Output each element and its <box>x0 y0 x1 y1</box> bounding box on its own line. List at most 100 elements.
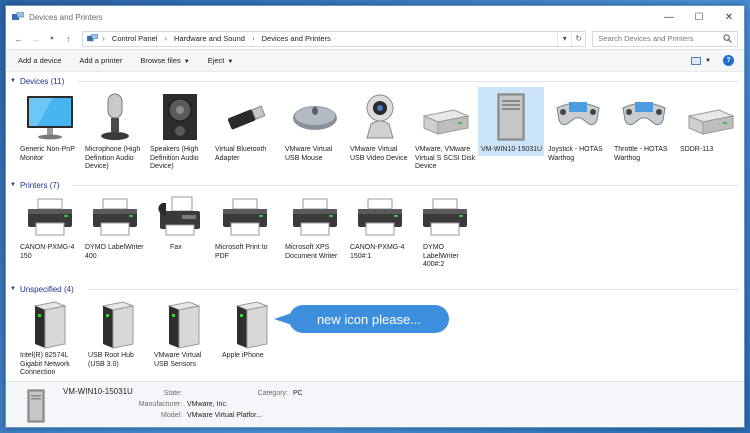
chevron-down-icon: ▼ <box>183 59 190 65</box>
printer-label: CANON-PXMG-4 150 <box>20 244 75 260</box>
computer-tower-icon <box>479 88 543 146</box>
device-label: VMware Virtual USB Mouse <box>285 146 333 162</box>
printer-item[interactable]: Fax <box>148 192 212 253</box>
group-title-devices: Devices (11) <box>19 76 65 86</box>
printer-item[interactable]: CANON-PXMG-4 150 <box>18 192 82 261</box>
change-view-icon[interactable] <box>691 56 702 65</box>
device-list: ▼ Devices (11) Generic Non-PnP Monitor M… <box>6 72 744 381</box>
printer-item[interactable]: Microsoft Print to PDF <box>213 192 277 261</box>
annotation-callout: new icon please... <box>289 305 449 333</box>
printer-item[interactable]: Microsoft XPS Document Writer <box>283 192 347 261</box>
chevron-down-icon: ▼ <box>227 59 234 65</box>
monitor-icon <box>18 88 82 146</box>
browse-files-button[interactable]: Browse files ▼ <box>140 56 189 65</box>
unspecified-label: Intel(R) 82574L Gigabit Network Connecti… <box>20 352 70 376</box>
device-item-selected[interactable]: VM-WIN10-15031U <box>478 87 544 156</box>
group-header-devices[interactable]: ▼ Devices (11) <box>10 75 64 87</box>
fax-icon <box>148 192 212 244</box>
close-button[interactable]: ✕ <box>714 6 744 28</box>
printer-icon <box>283 192 347 244</box>
divider-line <box>78 80 738 82</box>
group-header-printers[interactable]: ▼ Printers (7) <box>10 179 60 191</box>
device-label: VMware, VMware Virtual S SCSI Disk Devic… <box>415 146 476 170</box>
address-dropdown-icon[interactable]: ▾ <box>557 31 571 46</box>
up-arrow-icon[interactable]: ↑ <box>62 32 76 46</box>
printer-item[interactable]: CANON-PXMG-4 150#:1 <box>348 192 412 261</box>
collapse-chevron-icon[interactable]: ▼ <box>10 182 16 188</box>
printer-label: Fax <box>170 244 182 251</box>
control-panel-icon <box>87 34 99 42</box>
collapse-chevron-icon[interactable]: ▼ <box>10 286 16 292</box>
details-state-label: State: <box>163 390 182 397</box>
search-placeholder: Search Devices and Printers <box>598 34 694 43</box>
search-input[interactable]: Search Devices and Printers <box>592 30 738 47</box>
group-divider <box>72 179 738 191</box>
device-item[interactable]: Generic Non-PnP Monitor <box>18 88 82 163</box>
unspecified-item[interactable]: Apple iPhone <box>220 296 284 361</box>
unspecified-item[interactable]: VMware Virtual USB Sensors <box>152 296 216 369</box>
help-icon[interactable]: ? <box>723 55 734 66</box>
gamepad-icon <box>612 88 676 146</box>
device-item[interactable]: VMware, VMware Virtual S SCSI Disk Devic… <box>413 88 477 172</box>
breadcrumb-separator: › <box>102 34 105 43</box>
details-category-value: PC <box>293 390 303 397</box>
device-label: Microphone (High Definition Audio Device… <box>85 146 141 170</box>
bluetooth-adapter-icon <box>213 88 277 146</box>
view-options-chevron-icon[interactable]: ▼ <box>705 58 711 64</box>
disk-drive-icon <box>413 88 477 146</box>
printer-icon <box>348 192 412 244</box>
breadcrumb[interactable]: › Control Panel › Hardware and Sound › D… <box>82 30 587 47</box>
group-header-unspecified[interactable]: ▼ Unspecified (4) <box>10 283 74 295</box>
group-title-printers: Printers (7) <box>19 180 60 190</box>
tower-box-icon <box>86 296 150 352</box>
breadcrumb-item-control-panel[interactable]: Control Panel <box>112 34 157 43</box>
device-item[interactable]: VMware Virtual USB Mouse <box>283 88 347 163</box>
command-bar: Add a device Add a printer Browse files ▼… <box>6 50 744 72</box>
refresh-icon[interactable]: ↻ <box>571 31 585 46</box>
breadcrumb-separator: › <box>164 34 168 43</box>
address-bar: ← → ▾ ↑ › Control Panel › Hardware and S… <box>6 28 744 50</box>
printer-icon <box>413 192 477 244</box>
breadcrumb-separator: › <box>251 34 255 43</box>
eject-button[interactable]: Eject ▼ <box>208 56 234 65</box>
device-label: Speakers (High Definition Audio Device) <box>150 146 199 170</box>
command-bar-right: ▼ ? <box>691 55 734 66</box>
details-category-label: Category: <box>257 390 288 397</box>
device-item[interactable]: VMware Virtual USB Video Device <box>348 88 412 163</box>
search-icon <box>723 34 732 43</box>
device-label: VM-WIN10-15031U <box>481 146 543 153</box>
printer-item[interactable]: DYMO LabelWriter 400#:2 <box>413 192 477 270</box>
printer-label: CANON-PXMG-4 150#:1 <box>350 244 405 260</box>
webcam-icon <box>348 88 412 146</box>
device-item[interactable]: Speakers (High Definition Audio Device) <box>148 88 212 172</box>
divider-line <box>88 288 738 290</box>
device-item[interactable]: Virtual Bluetooth Adapter <box>213 88 277 163</box>
unspecified-item[interactable]: Intel(R) 82574L Gigabit Network Connecti… <box>18 296 82 378</box>
printer-label: Microsoft XPS Document Writer <box>285 244 338 260</box>
back-arrow-icon[interactable]: ← <box>12 32 26 46</box>
browse-files-label: Browse files <box>140 56 181 65</box>
printer-label: DYMO LabelWriter 400 <box>85 244 144 260</box>
recent-locations-chevron-icon[interactable]: ▾ <box>45 32 59 46</box>
device-item[interactable]: Throttle - HOTAS Warthog <box>612 88 676 163</box>
details-pane: VM-WIN10-15031U State: Manufacturer: VMw… <box>6 381 744 427</box>
unspecified-item[interactable]: USB Root Hub (USB 3.0) <box>86 296 150 369</box>
printer-item[interactable]: DYMO LabelWriter 400 <box>83 192 147 261</box>
maximize-button[interactable]: ☐ <box>684 6 714 28</box>
disk-drive-icon <box>678 88 742 146</box>
collapse-chevron-icon[interactable]: ▼ <box>10 78 16 84</box>
device-item[interactable]: Joystick - HOTAS Warthog <box>546 88 610 163</box>
add-device-button[interactable]: Add a device <box>18 56 61 65</box>
gamepad-icon <box>546 88 610 146</box>
forward-arrow-icon[interactable]: → <box>29 32 43 46</box>
breadcrumb-item-devices-and-printers[interactable]: Devices and Printers <box>262 34 331 43</box>
computer-tower-icon <box>27 389 45 423</box>
printer-icon <box>83 192 147 244</box>
device-item[interactable]: SDDR-113 <box>678 88 742 155</box>
divider-line <box>72 184 738 186</box>
printer-icon <box>213 192 277 244</box>
add-printer-button[interactable]: Add a printer <box>79 56 122 65</box>
minimize-button[interactable]: — <box>654 6 684 28</box>
device-item[interactable]: Microphone (High Definition Audio Device… <box>83 88 147 172</box>
breadcrumb-item-hardware-and-sound[interactable]: Hardware and Sound <box>174 34 245 43</box>
